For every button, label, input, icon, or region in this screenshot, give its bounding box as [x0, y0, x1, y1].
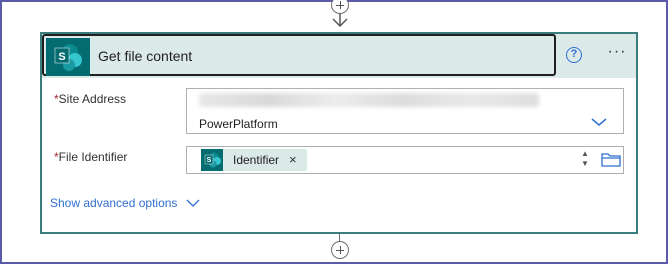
chevron-down-icon[interactable] [591, 117, 607, 127]
site-address-label-text: Site Address [58, 92, 127, 106]
action-title: Get file content [98, 48, 193, 64]
remove-token-icon[interactable]: × [289, 152, 297, 167]
site-address-value: PowerPlatform [199, 117, 278, 131]
sharepoint-logo-letter: S [58, 51, 65, 63]
file-identifier-input[interactable]: S Identifier × ▲ ▼ [186, 146, 624, 174]
insert-step-bottom-plus-icon[interactable] [331, 241, 349, 259]
more-options-icon[interactable]: ··· [602, 43, 632, 65]
flow-arrow-icon [332, 14, 348, 28]
show-advanced-options-link[interactable]: Show advanced options [50, 196, 177, 210]
site-address-dropdown[interactable]: PowerPlatform [186, 88, 624, 134]
token-logo-letter: S [207, 157, 212, 164]
dynamic-content-token[interactable]: S Identifier × [201, 149, 307, 171]
folder-picker-icon[interactable] [600, 150, 622, 168]
token-label: Identifier [233, 153, 280, 167]
action-title-box[interactable]: S Get file content [42, 34, 556, 76]
help-icon[interactable]: ? [566, 47, 582, 63]
file-identifier-label-text: File Identifier [58, 150, 128, 164]
site-address-label: *Site Address [54, 92, 126, 106]
file-identifier-label: *File Identifier [54, 150, 127, 164]
sharepoint-icon: S [46, 38, 90, 76]
sharepoint-token-icon: S [201, 149, 223, 171]
chevron-down-icon[interactable] [186, 198, 200, 208]
redacted-site-url [199, 93, 539, 107]
action-header[interactable]: S Get file content ? ··· [42, 34, 636, 78]
action-card: S Get file content ? ··· *Site Address P… [40, 32, 638, 234]
stepper-arrows-icon[interactable]: ▲ ▼ [579, 149, 591, 171]
